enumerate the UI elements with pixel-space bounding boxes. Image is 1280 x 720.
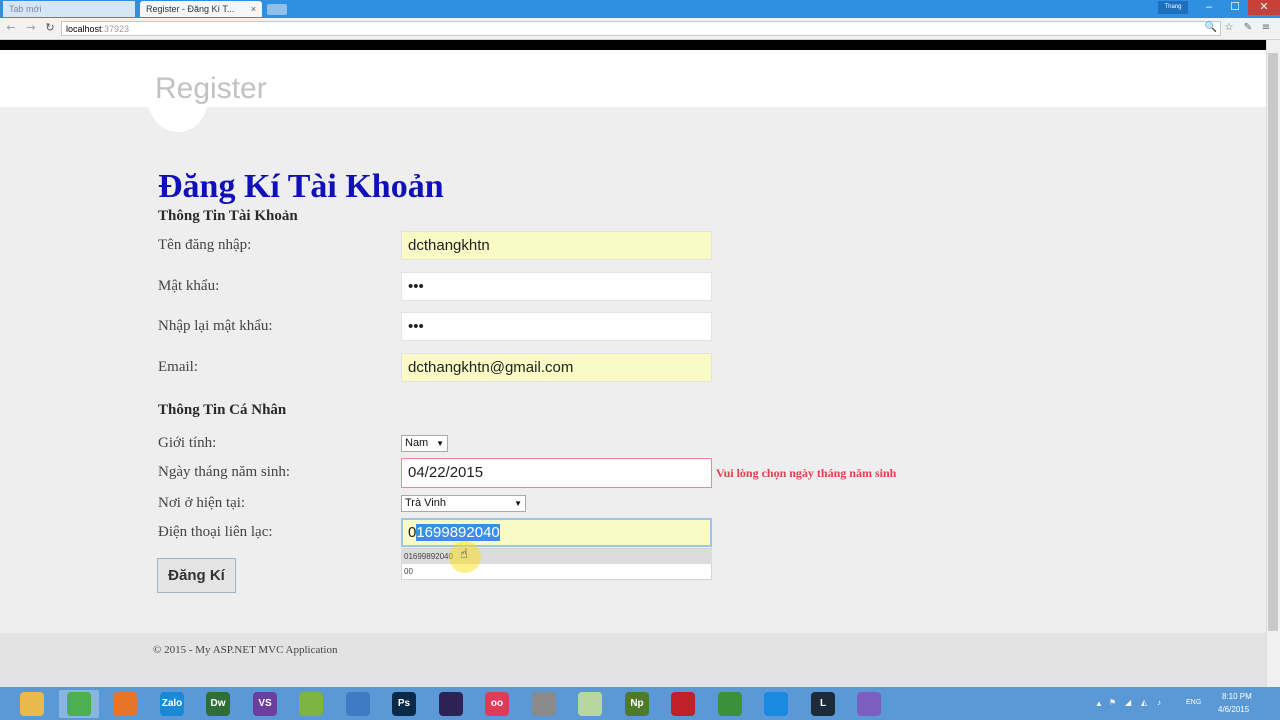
photoshop-icon: Ps [392, 692, 416, 716]
dob-input[interactable]: 04/22/2015 [401, 458, 712, 488]
site-logo[interactable]: Register [155, 72, 267, 106]
register-button[interactable]: Đăng Kí [157, 558, 236, 593]
confirm-password-input[interactable]: ••• [401, 312, 712, 341]
autocomplete-item[interactable]: 00 [401, 565, 712, 579]
zoom-icon[interactable]: 🔍 [1204, 21, 1218, 35]
media-icon [718, 692, 742, 716]
wifi-icon[interactable]: ◭ [1141, 698, 1147, 707]
chrome-icon [67, 692, 91, 716]
residence-value: Trà Vinh [405, 497, 446, 509]
username-input[interactable]: dcthangkhtn [401, 231, 712, 260]
star-icon[interactable]: ☆ [1222, 21, 1236, 35]
tray-up-arrow-icon[interactable]: ▲ [1095, 699, 1103, 708]
volume-icon[interactable]: ♪ [1157, 698, 1161, 707]
taskbar-app[interactable] [756, 690, 796, 718]
league-icon: L [811, 692, 835, 716]
phone-input[interactable]: 01699892040 [401, 518, 712, 547]
taskbar-app[interactable]: Ps [384, 690, 424, 718]
extension-icon[interactable]: ✎ [1241, 21, 1255, 35]
password-input[interactable]: ••• [401, 272, 712, 301]
app-oo-icon: oo [485, 692, 509, 716]
tab-register[interactable]: Register - Đăng Kí T... × [140, 1, 262, 17]
profile-badge[interactable]: Thang [1158, 1, 1188, 14]
autocomplete-item[interactable]: 01699892040 [401, 549, 712, 564]
minimize-button[interactable]: – [1196, 0, 1222, 15]
footer-copyright: © 2015 - My ASP.NET MVC Application [153, 644, 338, 656]
confirm-password-label: Nhập lại mật khẩu: [158, 318, 273, 334]
taskbar-app[interactable] [105, 690, 145, 718]
gender-select[interactable]: Nam ▼ [401, 435, 448, 452]
password-label: Mật khẩu: [158, 278, 220, 294]
taskbar-app[interactable]: Zalo [152, 690, 192, 718]
game-icon [671, 692, 695, 716]
language-indicator[interactable]: ENG [1186, 699, 1201, 706]
gender-value: Nam [405, 437, 429, 449]
file-explorer-icon [20, 692, 44, 716]
phone-label: Điện thoại liên lạc: [158, 524, 273, 540]
virtualbox-icon [346, 692, 370, 716]
account-section-heading: Thông Tin Tài Khoản [158, 208, 298, 224]
taskbar-app[interactable] [663, 690, 703, 718]
visual-studio-icon: VS [253, 692, 277, 716]
username-label: Tên đăng nhập: [158, 237, 252, 253]
package-icon [532, 692, 556, 716]
browser-alt-icon [857, 692, 881, 716]
chevron-down-icon: ▼ [514, 499, 522, 508]
scrollbar-thumb[interactable] [1268, 53, 1278, 631]
url-host: localhost [66, 24, 102, 34]
tab-register-label: Register - Đăng Kí T... [146, 4, 235, 14]
phone-selected-text: 1699892040 [416, 524, 500, 541]
chevron-down-icon: ▼ [436, 439, 444, 448]
folder-icon [578, 692, 602, 716]
taskbar-app[interactable] [291, 690, 331, 718]
taskbar-app[interactable] [59, 690, 99, 718]
android-studio-icon [299, 692, 323, 716]
taskbar-app[interactable] [338, 690, 378, 718]
teamviewer-icon [764, 692, 788, 716]
taskbar-app[interactable]: Dw [198, 690, 238, 718]
menu-icon[interactable]: ≡ [1259, 21, 1273, 35]
maximize-button[interactable]: ☐ [1222, 0, 1248, 15]
email-label: Email: [158, 359, 198, 375]
dob-error-message: Vui lòng chọn ngày tháng năm sinh [716, 466, 897, 480]
taskbar-app[interactable]: oo [477, 690, 517, 718]
residence-select[interactable]: Trà Vinh ▼ [401, 495, 526, 512]
eclipse-icon [439, 692, 463, 716]
url-port: :37923 [101, 24, 130, 34]
dreamweaver-icon: Dw [206, 692, 230, 716]
hand-cursor-icon: ☝ [460, 547, 468, 562]
firefox-icon [113, 692, 137, 716]
personal-section-heading: Thông Tin Cá Nhân [158, 402, 287, 418]
taskbar-app[interactable] [849, 690, 889, 718]
residence-label: Nơi ở hiện tại: [158, 495, 246, 511]
new-tab-button[interactable] [267, 4, 287, 15]
footer [0, 633, 1266, 687]
taskbar-app[interactable] [12, 690, 52, 718]
url-input[interactable]: localhost:37923 [61, 21, 1221, 36]
taskbar-app[interactable] [431, 690, 471, 718]
notepad-icon: Np [625, 692, 649, 716]
forward-arrow-icon[interactable]: → [24, 21, 38, 35]
tab-close-icon[interactable]: × [251, 1, 256, 17]
page-title: Đăng Kí Tài Khoản [158, 168, 444, 205]
reload-icon[interactable]: ↻ [43, 21, 57, 35]
page-top-bar [0, 40, 1266, 50]
taskbar-app[interactable] [524, 690, 564, 718]
email-input[interactable]: dcthangkhtn@gmail.com [401, 353, 712, 382]
taskbar-app[interactable]: L [803, 690, 843, 718]
taskbar-app[interactable] [710, 690, 750, 718]
taskbar-app[interactable]: VS [245, 690, 285, 718]
zalo-icon: Zalo [160, 692, 184, 716]
close-window-button[interactable]: ✕ [1248, 0, 1280, 15]
clock-time[interactable]: 8:10 PM [1222, 692, 1252, 701]
clock-date[interactable]: 4/6/2015 [1218, 705, 1249, 714]
taskbar-app[interactable] [570, 690, 610, 718]
dob-label: Ngày tháng năm sinh: [158, 464, 291, 480]
network-icon[interactable]: ◢ [1125, 698, 1131, 707]
back-arrow-icon[interactable]: ← [4, 21, 18, 35]
gender-label: Giới tính: [158, 435, 217, 451]
tab-new[interactable]: Tab mới [3, 1, 135, 17]
taskbar-app[interactable]: Np [617, 690, 657, 718]
flag-icon[interactable]: ⚑ [1109, 698, 1116, 707]
